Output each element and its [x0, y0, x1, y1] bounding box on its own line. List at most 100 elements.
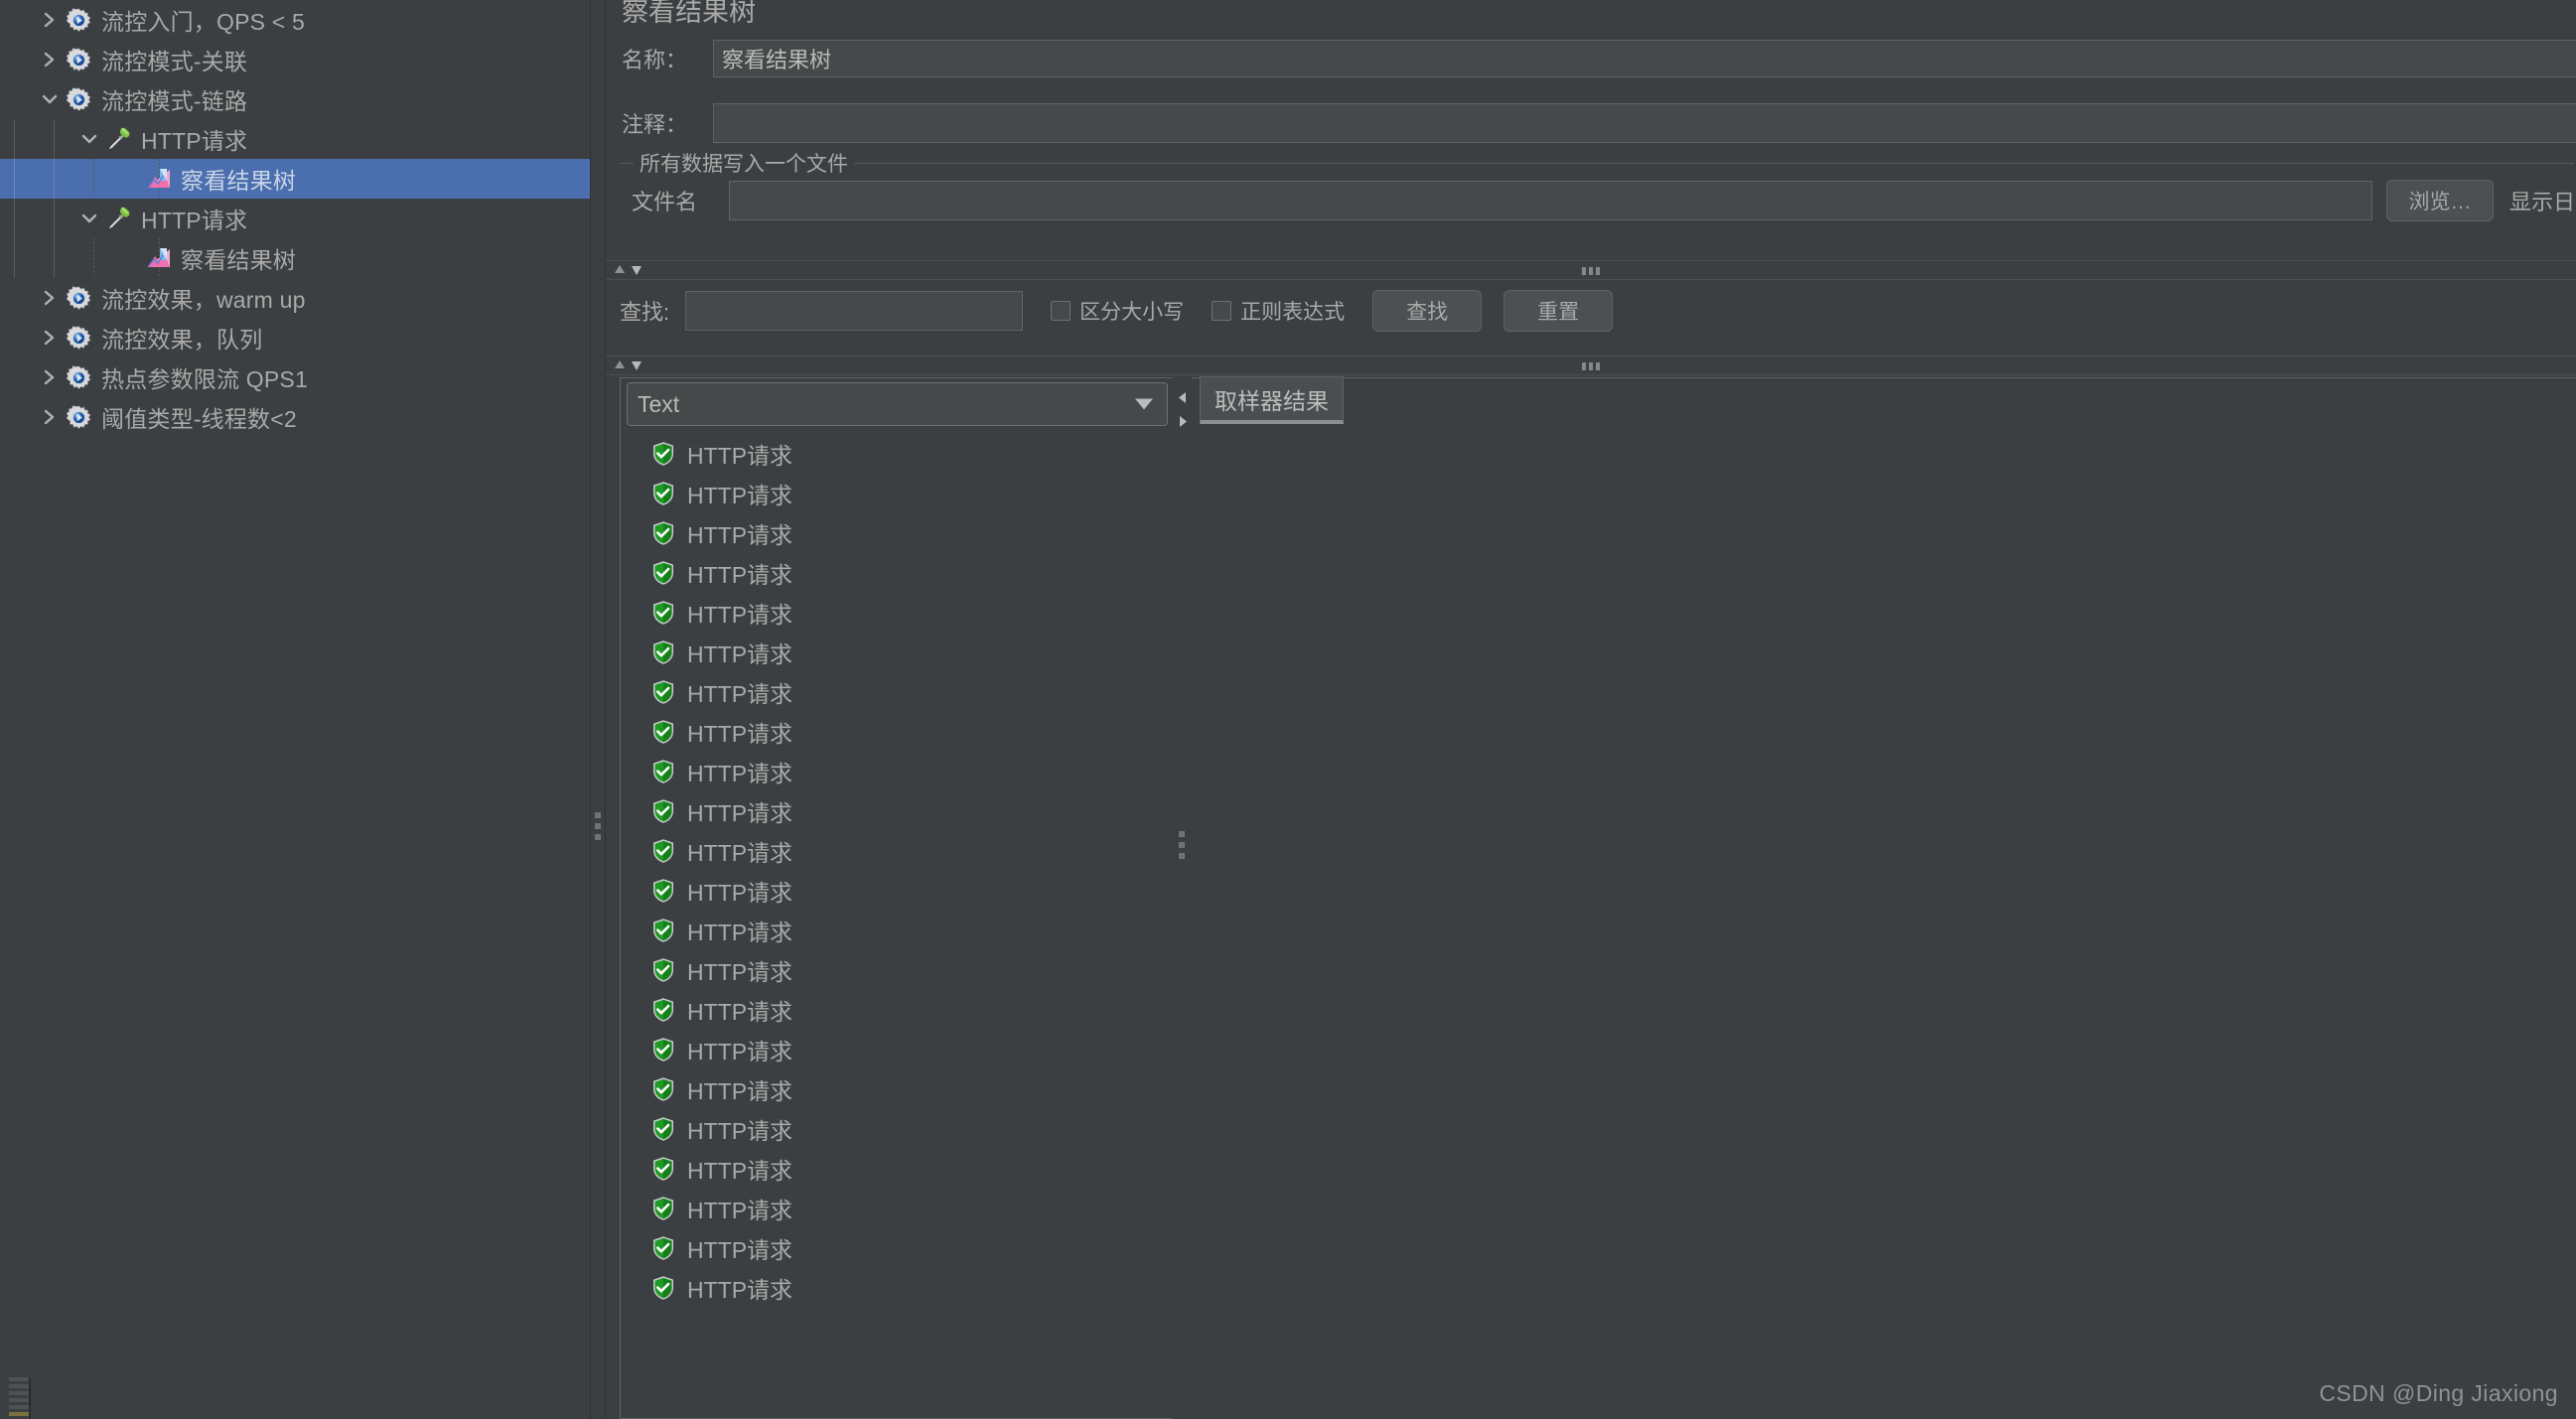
sample-result-row[interactable]: HTTP请求 [621, 1189, 1172, 1228]
sample-result-row[interactable]: HTTP请求 [621, 1030, 1172, 1069]
regex-option[interactable]: 正则表达式 [1212, 296, 1345, 326]
sample-result-label: HTTP请求 [687, 1277, 793, 1303]
case-sensitive-option[interactable]: 区分大小写 [1051, 296, 1184, 326]
sample-result-row[interactable]: HTTP请求 [621, 434, 1172, 474]
sample-result-label: HTTP请求 [687, 1198, 793, 1223]
chevron-down-icon[interactable] [1135, 398, 1153, 410]
show-log-label: 显示日 [2509, 190, 2576, 214]
sample-result-label: HTTP请求 [687, 959, 793, 985]
collapse-up-icon[interactable] [614, 263, 626, 282]
collapse-down-icon[interactable] [631, 263, 643, 282]
results-splitter-grip[interactable] [1179, 831, 1185, 864]
tree-item[interactable]: 热点参数限流 QPS1 [0, 357, 590, 397]
sample-result-row[interactable]: HTTP请求 [621, 1109, 1172, 1149]
gear-icon [65, 323, 94, 353]
sample-list[interactable]: HTTP请求 HTTP请求 HTTP请求 HTTP请求 HTTP请求 HTTP请求 HTTP… [621, 434, 1172, 1308]
tree-item[interactable]: 流控效果，队列 [0, 318, 590, 357]
results-vertical-splitter[interactable] [1174, 377, 1192, 1419]
results-area: Text HTTP请求 HTTP请求 HTTP请求 HTTP请求 HTTP请求 HTTP请… [606, 376, 2576, 1419]
chevron-right-icon[interactable] [35, 0, 65, 40]
tab-sampler-result[interactable]: 取样器结果 [1200, 376, 1344, 424]
sample-result-row[interactable]: HTTP请求 [621, 633, 1172, 672]
sample-result-row[interactable]: HTTP请求 [621, 1069, 1172, 1109]
collapse-down-icon-2[interactable] [631, 358, 643, 377]
name-row: 名称： [622, 40, 2576, 77]
tree-item[interactable]: 察看结果树 [0, 238, 590, 278]
success-shield-icon [650, 560, 676, 586]
regex-label: 正则表达式 [1240, 301, 1346, 324]
mini-scrollbar[interactable] [9, 1377, 31, 1419]
tree-item-label: 察看结果树 [181, 168, 296, 194]
search-label: 查找: [620, 300, 670, 325]
horizontal-splitter-bottom[interactable] [606, 355, 2576, 375]
gear-icon [65, 45, 94, 74]
tree-item[interactable]: HTTP请求 [0, 119, 590, 159]
splitter-right-arrow-icon[interactable] [1178, 415, 1188, 433]
success-shield-icon [650, 1235, 676, 1261]
sample-result-row[interactable]: HTTP请求 [621, 950, 1172, 990]
sample-result-row[interactable]: HTTP请求 [621, 791, 1172, 831]
watermark: CSDN @Ding Jiaxiong [2319, 1380, 2558, 1406]
splitter-left-arrow-icon[interactable] [1178, 391, 1188, 409]
splitter-grip-dots-2[interactable] [1582, 362, 1600, 370]
sample-result-row[interactable]: HTTP请求 [621, 513, 1172, 553]
chevron-down-icon[interactable] [74, 199, 104, 238]
sample-result-row[interactable]: HTTP请求 [621, 752, 1172, 791]
sample-result-row[interactable]: HTTP请求 [621, 871, 1172, 911]
chevron-right-icon[interactable] [35, 357, 65, 397]
chevron-down-icon[interactable] [74, 119, 104, 159]
chevron-right-icon[interactable] [35, 278, 65, 318]
browse-button[interactable]: 浏览… [2386, 180, 2494, 221]
case-sensitive-checkbox[interactable] [1051, 301, 1072, 321]
tree-item[interactable]: 流控入门，QPS < 5 [0, 0, 590, 40]
success-shield-icon [650, 798, 676, 824]
sample-result-row[interactable]: HTTP请求 [621, 593, 1172, 633]
tree-item-label: 察看结果树 [181, 247, 296, 273]
tree-item[interactable]: 流控效果，warm up [0, 278, 590, 318]
tree-item[interactable]: 察看结果树 [0, 159, 590, 199]
sample-result-row[interactable]: HTTP请求 [621, 911, 1172, 950]
case-sensitive-label: 区分大小写 [1079, 301, 1185, 324]
reset-button[interactable]: 重置 [1503, 290, 1614, 332]
splitter-arrows[interactable] [614, 263, 643, 282]
comment-input[interactable] [713, 103, 2576, 143]
sample-result-row[interactable]: HTTP请求 [621, 1149, 1172, 1189]
sample-result-row[interactable]: HTTP请求 [621, 712, 1172, 752]
sample-result-row[interactable]: HTTP请求 [621, 1268, 1172, 1308]
sample-result-label: HTTP请求 [687, 443, 793, 469]
filename-input[interactable] [729, 181, 2372, 220]
sample-result-row[interactable]: HTTP请求 [621, 672, 1172, 712]
name-input[interactable] [713, 40, 2576, 77]
chevron-right-icon[interactable] [35, 40, 65, 79]
horizontal-splitter-top[interactable] [606, 260, 2576, 280]
find-button[interactable]: 查找 [1372, 290, 1483, 332]
tree-item[interactable]: 流控模式-链路 [0, 79, 590, 119]
chevron-right-icon[interactable] [35, 318, 65, 357]
splitter-grip-dots[interactable] [1582, 267, 1600, 275]
success-shield-icon [650, 759, 676, 784]
sample-result-list-panel[interactable]: Text HTTP请求 HTTP请求 HTTP请求 HTTP请求 HTTP请求 HTTP请… [620, 377, 1172, 1419]
sample-result-row[interactable]: HTTP请求 [621, 990, 1172, 1030]
main-vertical-splitter[interactable] [590, 0, 606, 1419]
splitter-grip[interactable] [595, 812, 601, 845]
test-plan-tree[interactable]: 流控入门，QPS < 5 流控模式-关联 流控模式-链路 HTTP请求 察看结果树 HTT… [0, 0, 590, 1419]
sample-result-row[interactable]: HTTP请求 [621, 1228, 1172, 1268]
collapse-up-icon-2[interactable] [614, 358, 626, 377]
tree-item[interactable]: 流控模式-关联 [0, 40, 590, 79]
renderer-select[interactable]: Text [627, 382, 1168, 426]
tree-item-label: 流控入门，QPS < 5 [101, 9, 305, 35]
sample-result-row[interactable]: HTTP请求 [621, 553, 1172, 593]
tree-item[interactable]: 阈值类型-线程数<2 [0, 397, 590, 437]
sample-result-row[interactable]: HTTP请求 [621, 474, 1172, 513]
splitter-arrows-2[interactable] [614, 358, 643, 377]
chevron-right-icon[interactable] [35, 397, 65, 437]
gear-icon [65, 84, 94, 114]
success-shield-icon [650, 639, 676, 665]
sample-result-row[interactable]: HTTP请求 [621, 831, 1172, 871]
regex-checkbox[interactable] [1212, 301, 1232, 321]
tree-item[interactable]: HTTP请求 [0, 199, 590, 238]
success-shield-icon [650, 1196, 676, 1221]
search-input[interactable] [685, 291, 1024, 331]
chevron-down-icon[interactable] [35, 79, 65, 119]
